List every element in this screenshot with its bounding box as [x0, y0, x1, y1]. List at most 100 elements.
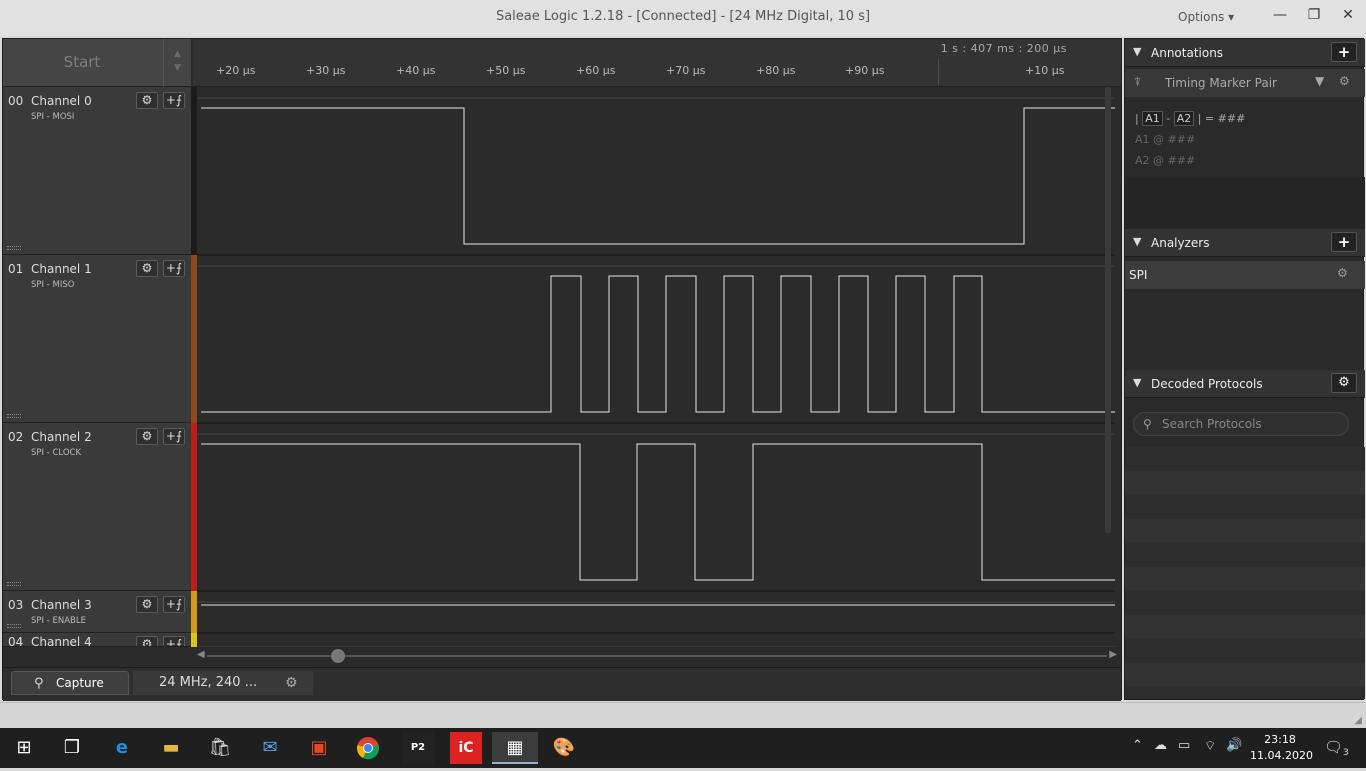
start-label[interactable]: Start [3, 53, 161, 71]
chevron-up-icon[interactable]: ▲ [164, 47, 191, 61]
channel-row-4[interactable]: 04 Channel 4 ⚙ +⨍ [3, 633, 191, 647]
title-bar: Saleae Logic 1.2.18 - [Connected] - [24 … [0, 0, 1366, 36]
marker-a2-box[interactable]: A2 [1173, 111, 1195, 126]
ruler-tick: +10 μs [1025, 64, 1065, 77]
battery-icon[interactable]: ▭ [1178, 738, 1190, 753]
ruler-tick: +70 μs [666, 64, 706, 77]
scroll-right-icon[interactable]: ▶ [1109, 649, 1117, 660]
decoded-protocols-list[interactable] [1125, 447, 1365, 699]
dropdown-triangle-icon[interactable]: ▼ [1315, 74, 1324, 88]
capture-label: Capture [56, 676, 104, 690]
waveform-channel-1 [201, 275, 1115, 413]
add-annotation-button[interactable]: + [1331, 42, 1357, 62]
cloud-icon[interactable]: ☁ [1154, 738, 1167, 753]
waveform-channel-0 [201, 107, 1115, 245]
add-trigger-icon[interactable]: +⨍ [163, 428, 185, 445]
collapse-triangle-icon[interactable]: ▼ [1133, 45, 1141, 58]
restore-button[interactable]: ❐ [1296, 0, 1332, 30]
mail-icon[interactable]: ✉ [254, 732, 286, 764]
add-analyzer-button[interactable]: + [1331, 232, 1357, 252]
ruler-divider [938, 59, 939, 85]
channel-row-3[interactable]: 03 Channel 3 SPI - ENABLE ⚙ +⨍ [3, 591, 191, 633]
add-trigger-icon[interactable]: +⨍ [163, 92, 185, 109]
annotations-spacer [1125, 177, 1365, 229]
chevron-up-icon[interactable]: ⌃ [1132, 738, 1143, 753]
start-box[interactable]: Start ▲ ▼ [3, 39, 191, 87]
channel-name[interactable]: Channel 0 [31, 94, 92, 108]
drag-handle-icon[interactable] [7, 414, 21, 418]
waveform-area[interactable] [197, 87, 1121, 647]
ic-prog-icon[interactable]: iC [450, 732, 482, 764]
collapse-triangle-icon[interactable]: ▼ [1133, 376, 1141, 389]
minimize-button[interactable]: — [1262, 0, 1298, 30]
collapse-triangle-icon[interactable]: ▼ [1133, 235, 1141, 248]
channel-row-0[interactable]: 00 Channel 0 SPI - MOSI ⚙ +⨍ [3, 87, 191, 255]
search-protocols-input[interactable]: ⚲ Search Protocols [1133, 412, 1349, 436]
channel-analyzer-label: SPI - ENABLE [31, 616, 86, 626]
timing-marker-row[interactable]: ⍒ Timing Marker Pair ▼ ⚙ [1125, 69, 1365, 97]
gear-icon[interactable]: ⚙ [136, 596, 158, 613]
decoded-protocols-title: Decoded Protocols [1151, 377, 1263, 391]
pickit2-icon[interactable]: P2 [402, 732, 434, 764]
store-icon[interactable]: 🛍 [204, 732, 236, 764]
scroll-thumb[interactable] [331, 649, 345, 663]
channel-row-1[interactable]: 01 Channel 1 SPI - MISO ⚙ +⨍ [3, 255, 191, 423]
chrome-icon[interactable] [352, 732, 384, 764]
ruler-tick: +40 μs [396, 64, 436, 77]
task-view-icon[interactable]: ❐ [56, 732, 88, 764]
gear-icon[interactable]: ⚙ [136, 636, 158, 646]
gear-icon[interactable]: ⚙ [136, 260, 158, 277]
paint-icon[interactable]: 🎨 [548, 732, 580, 764]
channel-name[interactable]: Channel 3 [31, 598, 92, 612]
absolute-time: 1 s : 407 ms : 200 μs [940, 42, 1067, 55]
options-menu[interactable]: Options ▾ [1178, 10, 1234, 24]
windows-start-icon[interactable]: ⊞ [8, 732, 40, 764]
add-trigger-icon[interactable]: +⨍ [163, 636, 185, 646]
capture-tab[interactable]: ⚲ Capture [11, 671, 129, 695]
wifi-icon[interactable]: ⌔ [1204, 738, 1216, 754]
clock-time: 23:18 [1264, 733, 1296, 746]
time-ruler[interactable]: 1 s : 407 ms : 200 μs +20 μs +30 μs +40 … [193, 39, 1121, 87]
drag-handle-icon[interactable] [7, 582, 21, 586]
analyzer-item-spi[interactable]: SPI ⚙ [1125, 261, 1365, 289]
close-button[interactable]: ✕ [1330, 0, 1366, 30]
ruler-tick: +60 μs [576, 64, 616, 77]
drag-handle-icon[interactable] [7, 246, 21, 250]
volume-icon[interactable]: 🔊 [1226, 738, 1242, 753]
sample-rate-selector[interactable]: 24 MHz, 240 ... ⚙ [133, 671, 313, 695]
windows-taskbar: ⊞ ❐ e ▬ 🛍 ✉ ▣ P2 iC ▦ 🎨 ⌃ ☁ ▭ ⌔ 🔊 23:18 … [0, 728, 1366, 768]
start-arrows[interactable]: ▲ ▼ [163, 39, 191, 87]
taskbar-clock[interactable]: 23:18 11.04.2020 [1250, 732, 1313, 764]
chevron-down-icon[interactable]: ▼ [164, 61, 191, 75]
gear-icon[interactable]: ⚙ [136, 92, 158, 109]
saleae-logic-icon[interactable]: ▦ [492, 732, 538, 764]
search-icon: ⚲ [34, 676, 44, 691]
gear-icon[interactable]: ⚙ [1337, 266, 1348, 280]
gear-icon[interactable]: ⚙ [136, 428, 158, 445]
channel-name[interactable]: Channel 1 [31, 262, 92, 276]
channel-name[interactable]: Channel 4 [31, 635, 92, 646]
scroll-left-icon[interactable]: ◀ [197, 649, 205, 660]
file-explorer-icon[interactable]: ▬ [155, 732, 187, 764]
marker-a2-line: A2 @ ### [1135, 154, 1196, 167]
gear-icon[interactable]: ⚙ [1331, 373, 1357, 393]
channel-row-2[interactable]: 02 Channel 2 SPI - CLOCK ⚙ +⨍ [3, 423, 191, 591]
waveform-channel-2 [201, 443, 1115, 581]
gear-icon[interactable]: ⚙ [285, 671, 298, 695]
gear-icon[interactable]: ⚙ [1339, 74, 1350, 88]
add-trigger-icon[interactable]: +⨍ [163, 260, 185, 277]
marker-a1-box[interactable]: A1 [1142, 111, 1163, 126]
drag-handle-icon[interactable] [7, 624, 21, 628]
logic-main-area: Start ▲ ▼ 00 Channel 0 SPI - MOSI ⚙ +⨍ 0… [2, 38, 1122, 701]
add-trigger-icon[interactable]: +⨍ [163, 596, 185, 613]
edge-browser-icon[interactable]: e [106, 732, 138, 764]
horizontal-scrollbar[interactable]: ◀ ▶ [193, 647, 1121, 665]
analyzers-header[interactable]: ▼ Analyzers + [1125, 229, 1365, 257]
annotations-header[interactable]: ▼ Annotations + [1125, 39, 1365, 67]
channel-name[interactable]: Channel 2 [31, 430, 92, 444]
office-icon[interactable]: ▣ [303, 732, 335, 764]
resize-grip-icon[interactable]: ◢ [1354, 715, 1362, 726]
marker-difference: | A1 - A2 | = ### [1135, 111, 1246, 126]
decoded-protocols-header[interactable]: ▼ Decoded Protocols ⚙ [1125, 370, 1365, 398]
analyzers-title: Analyzers [1151, 236, 1210, 250]
